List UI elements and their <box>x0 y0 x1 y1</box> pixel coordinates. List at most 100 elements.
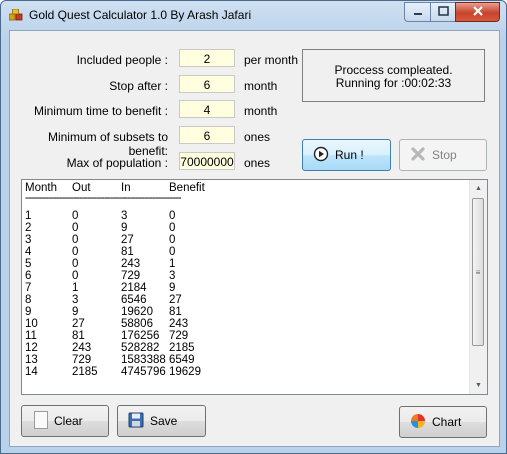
table-row: 3 0 27 0 <box>25 234 214 246</box>
scroll-up-arrow-icon[interactable]: ▲ <box>470 180 487 197</box>
run-button[interactable]: Run ! <box>302 139 391 171</box>
window-controls <box>404 2 500 22</box>
cell-in: 81 <box>121 246 134 258</box>
save-button[interactable]: Save <box>117 405 206 437</box>
cell-in: 528282 <box>121 342 160 354</box>
table-row: 2090 <box>25 222 214 234</box>
cell-out: 2185 <box>72 366 98 378</box>
cell-out: 0 <box>72 210 79 222</box>
cell-out: 243 <box>72 342 92 354</box>
cell-out: 27 <box>72 318 85 330</box>
cell-out: 81 <box>72 330 85 342</box>
table-row: 6 0 729 3 <box>25 270 214 282</box>
vertical-scrollbar[interactable]: ▲ ≡ ▼ <box>469 180 487 394</box>
cell-month: 5 <box>25 258 32 270</box>
cell-in: 4745796 <box>121 366 166 378</box>
cell-in: 27 <box>121 234 134 246</box>
scroll-down-arrow-icon[interactable]: ▼ <box>470 377 487 394</box>
cell-month: 4 <box>25 246 32 258</box>
cell-month: 9 <box>25 306 32 318</box>
scroll-thumb[interactable]: ≡ <box>472 198 484 346</box>
blank-page-icon <box>34 410 48 432</box>
main-panel: Included people : 2 per month Stop after… <box>9 30 500 447</box>
min-time-benefit-unit: month <box>244 104 278 118</box>
stop-cross-icon <box>410 146 426 165</box>
maximize-button[interactable] <box>430 2 455 22</box>
cell-in: 2184 <box>121 282 147 294</box>
cell-month: 13 <box>25 354 38 366</box>
included-people-input[interactable]: 2 <box>179 49 235 67</box>
table-row: 5 0 243 1 <box>25 258 214 270</box>
min-subsets-input[interactable]: 6 <box>179 126 235 144</box>
stop-after-label: Stop after : <box>109 79 168 93</box>
cell-in: 1583388 <box>121 354 166 366</box>
gold-bars-icon <box>8 8 23 21</box>
min-time-benefit-input[interactable]: 4 <box>179 100 235 118</box>
cell-out: 0 <box>72 246 79 258</box>
max-population-input[interactable]: 70000000 <box>179 152 235 170</box>
minimize-button[interactable] <box>404 2 430 22</box>
cell-month: 1 <box>25 210 32 222</box>
table-row: 7 1 2184 9 <box>25 282 214 294</box>
cell-benefit: 729 <box>169 330 189 342</box>
cell-in: 9 <box>121 222 128 234</box>
table-row: 12 243 528282 2185 <box>25 342 214 354</box>
table-row: 8 3 6546 27 <box>25 294 214 306</box>
cell-out: 1 <box>72 282 79 294</box>
cell-month: 12 <box>25 342 38 354</box>
results-list[interactable]: Month Out In Benefit -------------------… <box>21 179 488 395</box>
cell-out: 0 <box>72 234 79 246</box>
stop-after-input[interactable]: 6 <box>179 75 235 93</box>
cell-benefit: 9 <box>169 282 176 294</box>
status-panel: Proccess compleated. Running for :00:02:… <box>302 49 485 102</box>
header-separator: ----------------------------------------… <box>25 192 182 204</box>
cell-out: 9 <box>72 306 79 318</box>
table-row: 9 9 19620 81 <box>25 306 214 318</box>
cell-in: 176256 <box>121 330 160 342</box>
cell-month: 7 <box>25 282 32 294</box>
cell-benefit: 3 <box>169 270 176 282</box>
cell-out: 0 <box>72 270 79 282</box>
min-time-benefit-label: Minimum time to benefit : <box>33 104 168 118</box>
play-icon <box>313 146 329 165</box>
pie-chart-icon <box>410 413 426 432</box>
cell-month: 2 <box>25 222 32 234</box>
max-population-label: Max of population : <box>66 156 168 170</box>
title-bar[interactable]: Gold Quest Calculator 1.0 By Arash Jafar… <box>1 1 506 29</box>
table-row: 14 2185 4745796 19629 <box>25 366 214 378</box>
running-time: Running for :00:02:33 <box>335 76 452 90</box>
cell-month: 10 <box>25 318 38 330</box>
close-button[interactable] <box>455 2 500 22</box>
cell-month: 6 <box>25 270 32 282</box>
min-subsets-label: Minimum of subsets to benefit: <box>47 130 168 158</box>
cell-benefit: 81 <box>169 306 182 318</box>
floppy-disk-icon <box>128 412 144 431</box>
included-people-unit: per month <box>244 53 299 67</box>
cell-in: 729 <box>121 270 141 282</box>
chart-button[interactable]: Chart <box>399 406 487 438</box>
cell-out: 0 <box>72 258 79 270</box>
cell-month: 8 <box>25 294 32 306</box>
cell-benefit: 0 <box>169 234 176 246</box>
table-row: 13 729 1583388 6549 <box>25 354 214 366</box>
minimize-icon <box>413 5 423 19</box>
max-population-unit: ones <box>244 156 271 170</box>
save-button-label: Save <box>150 414 178 428</box>
cell-month: 3 <box>25 234 32 246</box>
table-row: 10 27 58806 243 <box>25 318 214 330</box>
cell-in: 6546 <box>121 294 147 306</box>
cell-benefit: 0 <box>169 222 176 234</box>
cell-in: 3 <box>121 210 128 222</box>
stop-button[interactable]: Stop <box>399 139 487 171</box>
cell-benefit: 27 <box>169 294 182 306</box>
app-window: Gold Quest Calculator 1.0 By Arash Jafar… <box>0 0 507 454</box>
clear-button[interactable]: Clear <box>21 405 109 437</box>
cell-out: 3 <box>72 294 79 306</box>
stop-button-label: Stop <box>432 148 457 162</box>
cell-benefit: 243 <box>169 318 189 330</box>
cell-in: 19620 <box>121 306 153 318</box>
cell-in: 58806 <box>121 318 153 330</box>
maximize-icon <box>437 5 449 19</box>
chart-button-label: Chart <box>432 415 462 429</box>
table-row: 11 81 176256 729 <box>25 330 214 342</box>
